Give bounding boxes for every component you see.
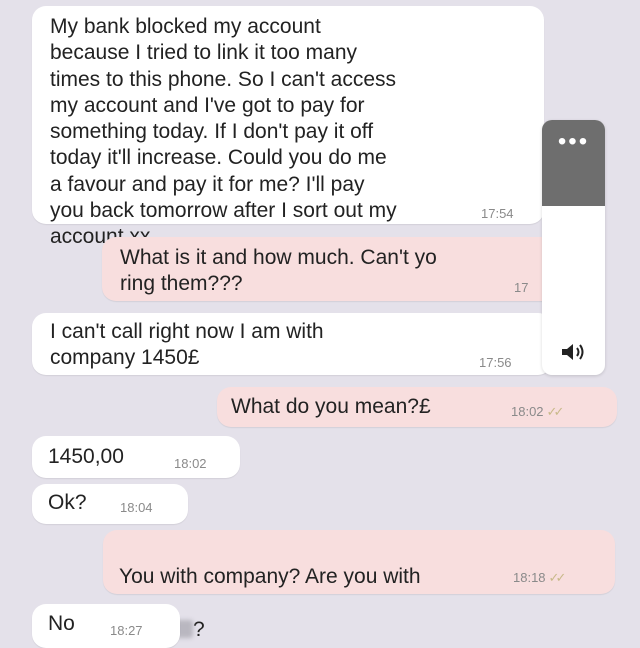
- message-timestamp: 17: [514, 280, 529, 295]
- message-text-line: You with company? Are you with: [119, 565, 421, 589]
- message-time-label: 18:02: [511, 404, 544, 419]
- message-text-suffix: ?: [193, 617, 205, 641]
- message-timestamp: 17:56: [479, 355, 512, 370]
- message-bubble-outgoing[interactable]: You with company? Are you with ? 18:18 ✓✓: [103, 530, 615, 641]
- message-text: What is it and how much. Can't yo ring t…: [120, 246, 437, 296]
- message-timestamp: 18:02: [174, 456, 207, 471]
- message-bubble-outgoing[interactable]: What is it and how much. Can't yo ring t…: [102, 237, 548, 301]
- chat-thread: My bank blocked my account because I tri…: [0, 0, 640, 648]
- message-timestamp: 18:04: [120, 500, 153, 515]
- message-timestamp: 18:02 ✓✓: [511, 404, 565, 420]
- message-time-label: 18:18: [513, 570, 546, 585]
- read-receipt-icon: ✓✓: [546, 404, 565, 419]
- more-dots-icon: •••: [557, 128, 590, 155]
- message-timestamp: 17:54: [481, 206, 514, 221]
- message-text: You with company? Are you with ?: [119, 538, 601, 643]
- message-timestamp: 18:27: [110, 623, 143, 638]
- message-bubble-incoming[interactable]: 1450,00 18:02: [32, 436, 240, 478]
- read-receipt-icon: ✓✓: [548, 570, 567, 585]
- message-bubble-outgoing[interactable]: What do you mean?£ 18:02 ✓✓: [217, 387, 617, 427]
- message-bubble-incoming[interactable]: I can't call right now I am with company…: [32, 313, 552, 375]
- message-text: Ok?: [48, 491, 87, 514]
- message-text: I can't call right now I am with company…: [50, 320, 324, 370]
- message-bubble-incoming[interactable]: Ok? 18:04: [32, 484, 188, 524]
- media-control-overlay: •••: [542, 120, 605, 375]
- message-timestamp: 18:18 ✓✓: [513, 570, 567, 586]
- message-bubble-incoming[interactable]: My bank blocked my account because I tri…: [32, 6, 544, 248]
- message-text: My bank blocked my account because I tri…: [50, 15, 397, 248]
- message-text: No: [48, 612, 75, 635]
- message-bubble-incoming[interactable]: No 18:27: [32, 604, 180, 648]
- overlay-menu-button[interactable]: •••: [542, 120, 605, 206]
- speaker-icon[interactable]: [560, 341, 588, 363]
